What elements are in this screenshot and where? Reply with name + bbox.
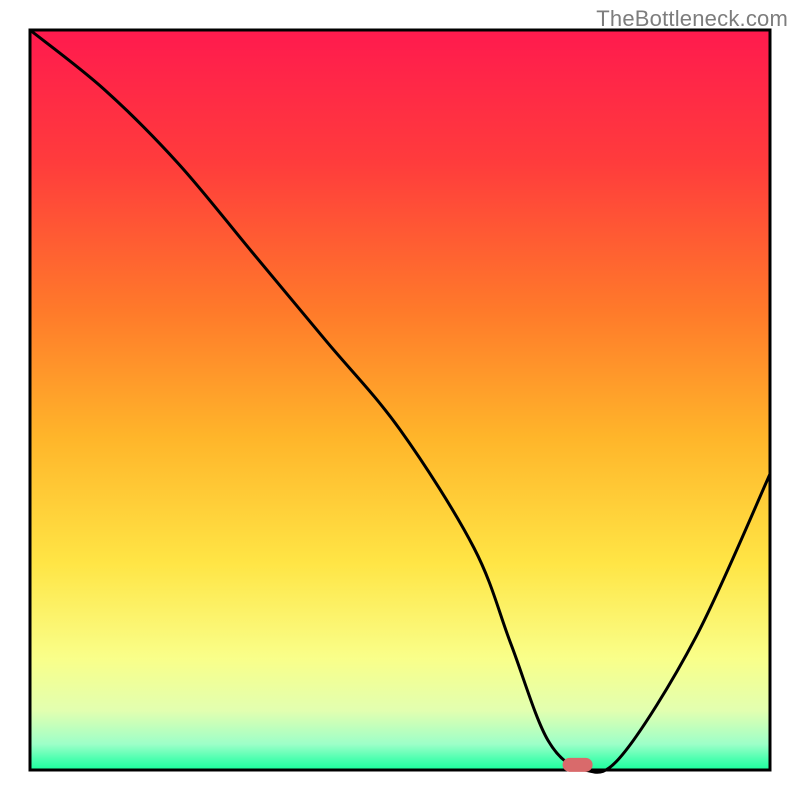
plot-area [30, 30, 770, 770]
plot-background-rect [30, 30, 770, 770]
chart-svg [0, 0, 800, 800]
optimal-marker [563, 758, 593, 772]
watermark-text: TheBottleneck.com [596, 6, 788, 32]
bottleneck-chart: TheBottleneck.com [0, 0, 800, 800]
